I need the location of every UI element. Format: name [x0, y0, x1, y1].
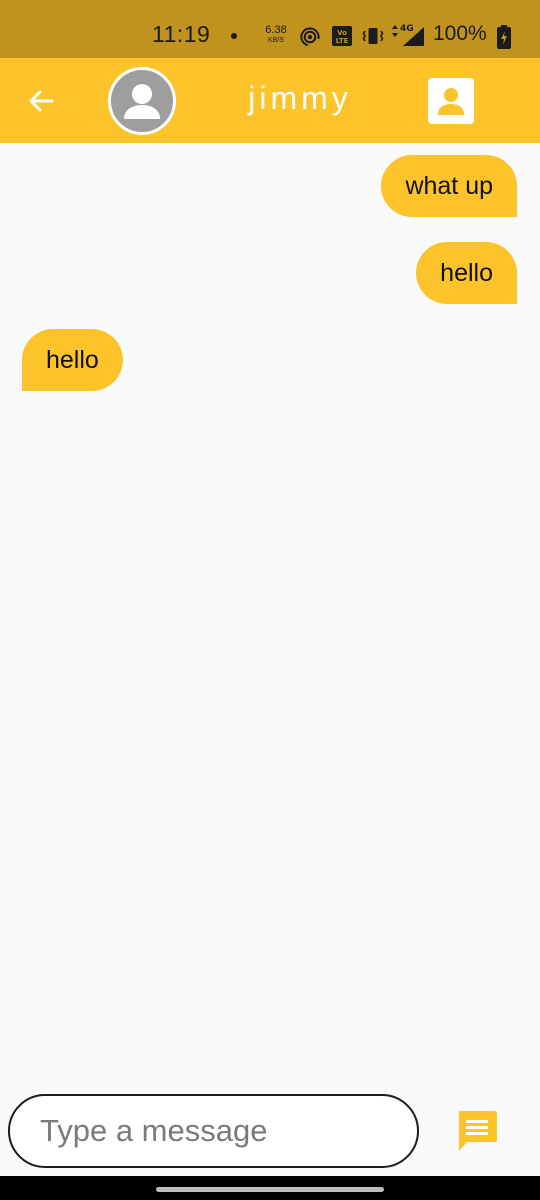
chat-title: jimmy: [248, 80, 352, 116]
network-speed: 6.38 KB/S: [263, 24, 289, 45]
battery-percentage: 100%: [433, 22, 487, 45]
received-message-bubble[interactable]: hello: [22, 329, 123, 391]
message-input[interactable]: [8, 1094, 419, 1168]
avatar[interactable]: [108, 67, 176, 135]
message-icon[interactable]: [455, 1109, 499, 1153]
person-icon: [124, 84, 160, 119]
volte-icon: Vo LTE: [332, 26, 352, 46]
svg-text:4G: 4G: [400, 24, 414, 34]
sent-message-bubble[interactable]: hello: [416, 242, 517, 304]
signal-4g-icon: 4G: [392, 24, 424, 46]
notification-dot-icon: [231, 33, 237, 39]
network-speed-value: 6.38: [265, 24, 287, 36]
svg-text:LTE: LTE: [336, 37, 349, 45]
vibrate-icon: [362, 28, 384, 44]
hotspot-icon: [300, 27, 320, 47]
sent-message-bubble[interactable]: what up: [381, 155, 517, 217]
message-list[interactable]: what up hello hello: [0, 143, 540, 1083]
network-speed-unit: KB/S: [268, 37, 284, 44]
back-arrow-icon[interactable]: [24, 84, 58, 118]
status-bar: 11:19 6.38 KB/S Vo LTE 4G 100%: [0, 0, 540, 58]
status-time: 11:19: [152, 21, 211, 47]
home-gesture-handle[interactable]: [156, 1187, 384, 1192]
navigation-bar: [0, 1176, 540, 1200]
battery-charging-icon: [497, 25, 511, 49]
svg-text:Vo: Vo: [337, 29, 347, 37]
app-bar: jimmy: [0, 58, 540, 143]
contact-card-icon[interactable]: [428, 78, 474, 124]
